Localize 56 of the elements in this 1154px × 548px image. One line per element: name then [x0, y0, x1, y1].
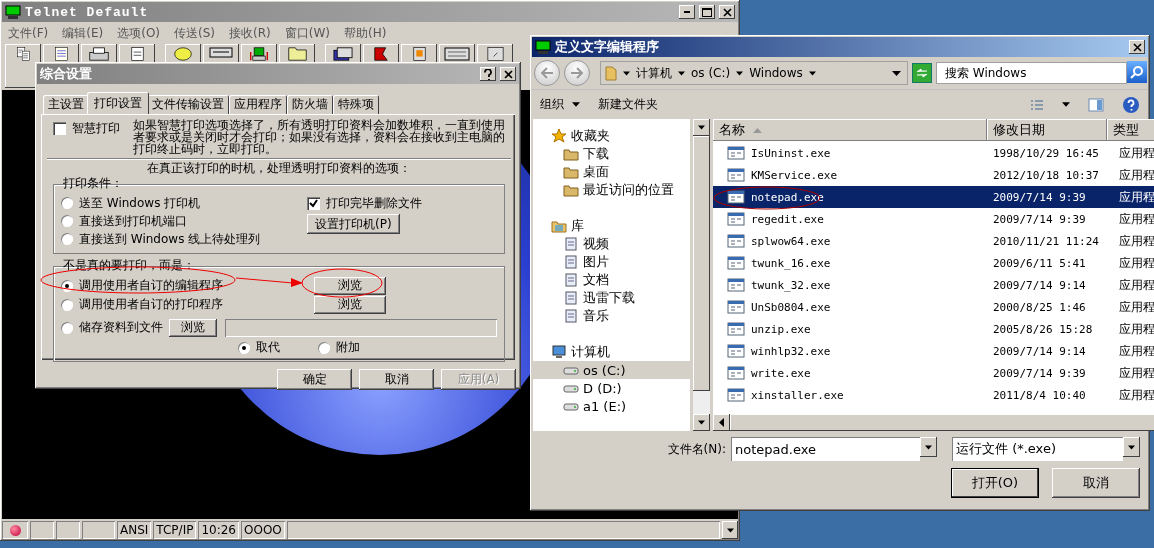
radio-label: 取代 [256, 339, 280, 356]
file-date: 2011/8/4 10:40 [992, 388, 1087, 402]
file-date: 2009/7/14 9:14 [992, 278, 1087, 292]
file-date: 2009/7/14 9:39 [992, 366, 1087, 380]
file-name: twunk_32.exe [751, 278, 831, 292]
file-name: notepad.exe [751, 190, 824, 204]
radio-label: 附加 [336, 339, 360, 356]
radio-label: 储存资料到文件 [79, 319, 163, 336]
dialog-title: 综合设置 [40, 65, 92, 83]
status-field: 10:26 [198, 521, 239, 539]
file-date: 2000/8/25 1:46 [992, 300, 1087, 314]
radio-label: 直接送到打印机端口 [79, 212, 187, 230]
file-date: 2005/8/26 15:28 [992, 322, 1094, 336]
radio-label: 送至 Windows 打印机 [79, 194, 201, 212]
file-type: 应用程 [1118, 386, 1154, 404]
file-date: 2009/7/14 9:39 [992, 212, 1087, 226]
file-name: xinstaller.exe [751, 388, 844, 402]
file-name: IsUninst.exe [751, 146, 831, 160]
checkbox-label: 智慧打印 [72, 120, 120, 137]
file-date: 2009/7/14 9:14 [992, 344, 1087, 358]
file-name: KMService.exe [751, 168, 838, 182]
file-type: 应用程 [1118, 166, 1154, 184]
field-label: 文件名(N): [667, 440, 726, 458]
file-type: 应用程 [1118, 320, 1154, 338]
file-date: 1998/10/29 16:45 [992, 146, 1100, 160]
file-type: 应用程 [1118, 298, 1154, 316]
file-date: 2010/11/21 11:24 [992, 234, 1100, 248]
status-field: TCP/IP [153, 521, 197, 539]
description-text: 如果智慧打印选项选择了，所有透明打印资料会加数堆积，一直到使用者要求或是关闭时才会打印；如果没有选择，资料会在接收到主电脑的打印终止码时，立即打印。 [133, 119, 506, 155]
file-name: write.exe [751, 366, 811, 380]
file-type: 应用程 [1118, 232, 1154, 250]
file-type: 应用程 [1118, 276, 1154, 294]
file-name: splwow64.exe [751, 234, 831, 248]
file-name: unzip.exe [751, 322, 811, 336]
checkbox-label: 打印完毕删除文件 [326, 194, 422, 212]
file-name: UnSb0804.exe [751, 300, 831, 314]
status-field: ANSI [117, 521, 152, 539]
file-type: 应用程 [1118, 144, 1154, 162]
file-type: 应用程 [1118, 254, 1154, 272]
file-date: 2009/6/11 5:41 [992, 256, 1087, 270]
file-type: 应用程 [1118, 342, 1154, 360]
section-heading: 在真正该打印的时机，处理透明打印资料的选项： [146, 161, 412, 175]
file-name: twunk_16.exe [751, 256, 831, 270]
radio-label: 直接送到 Windows 线上待处理列 [79, 230, 261, 248]
file-type: 应用程 [1118, 188, 1154, 206]
file-type: 应用程 [1118, 364, 1154, 382]
file-date: 2012/10/18 10:37 [992, 168, 1100, 182]
file-date: 2009/7/14 9:39 [992, 190, 1087, 204]
group-title: 打印条件： [62, 175, 124, 192]
file-name: regedit.exe [751, 212, 824, 226]
file-name: winhlp32.exe [751, 344, 831, 358]
file-type: 应用程 [1118, 210, 1154, 228]
dialog-title: 定义文字编辑程序 [555, 38, 659, 56]
status-field: OOOO [241, 521, 285, 539]
radio-label: 调用使用者自订的打印程序 [79, 296, 223, 313]
window-title: Telnet Default [25, 4, 149, 20]
